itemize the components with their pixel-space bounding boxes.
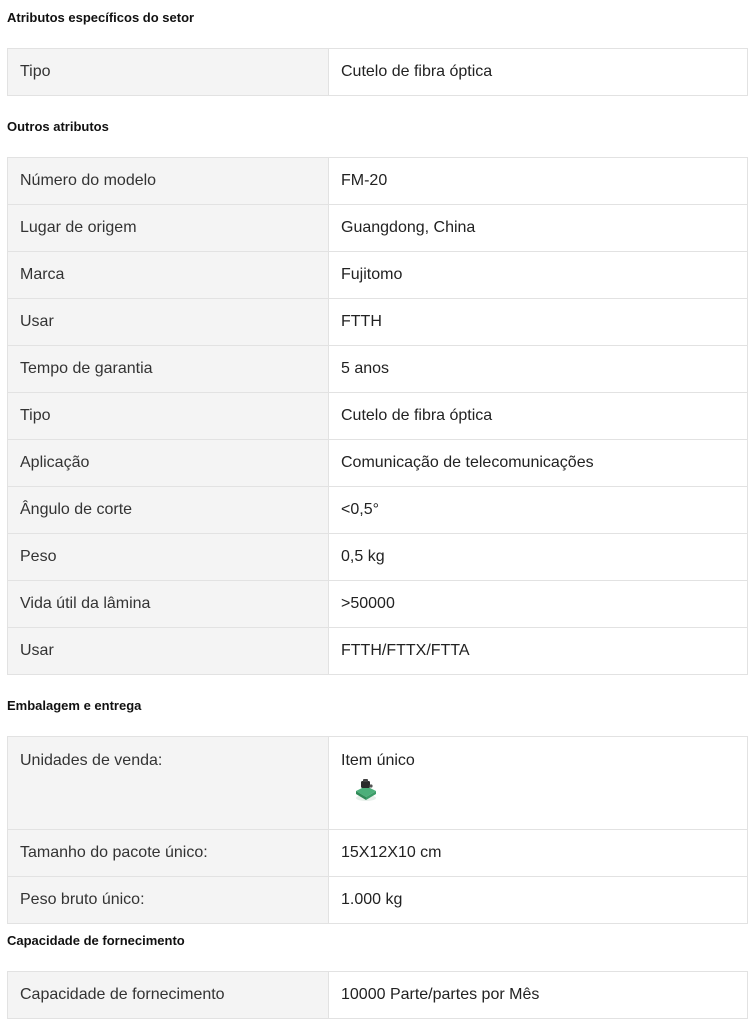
attribute-value: Cutelo de fibra óptica bbox=[328, 48, 748, 96]
table-row: Usar FTTH/FTTX/FTTA bbox=[7, 627, 748, 675]
attribute-label: Vida útil da lâmina bbox=[7, 580, 329, 628]
attribute-label: Ângulo de corte bbox=[7, 486, 329, 534]
attribute-value-cell: Item único bbox=[328, 736, 748, 830]
attribute-value: >50000 bbox=[328, 580, 748, 628]
attribute-value: FTTH/FTTX/FTTA bbox=[328, 627, 748, 675]
attribute-label: Lugar de origem bbox=[7, 204, 329, 252]
section-title-supply-capacity: Capacidade de fornecimento bbox=[7, 933, 185, 948]
attribute-label: Peso bruto único: bbox=[7, 876, 329, 924]
table-row: Aplicação Comunicação de telecomunicaçõe… bbox=[7, 439, 748, 487]
attribute-value: 10000 Parte/partes por Mês bbox=[328, 971, 748, 1019]
attribute-value: 15X12X10 cm bbox=[328, 829, 748, 877]
attribute-label: Usar bbox=[7, 627, 329, 675]
supply-capacity-table: Capacidade de fornecimento 10000 Parte/p… bbox=[7, 971, 748, 1019]
table-row: Tipo Cutelo de fibra óptica bbox=[7, 392, 748, 440]
attribute-value: Fujitomo bbox=[328, 251, 748, 299]
attribute-value: <0,5° bbox=[328, 486, 748, 534]
table-row: Unidades de venda: Item único bbox=[7, 736, 748, 830]
attribute-label: Aplicação bbox=[7, 439, 329, 487]
attribute-label: Marca bbox=[7, 251, 329, 299]
attribute-label: Usar bbox=[7, 298, 329, 346]
section-title-other-attributes: Outros atributos bbox=[7, 119, 109, 134]
attribute-value: FTTH bbox=[328, 298, 748, 346]
industry-attributes-table: Tipo Cutelo de fibra óptica bbox=[7, 48, 748, 96]
table-row: Peso bruto único: 1.000 kg bbox=[7, 876, 748, 924]
attribute-value: Item único bbox=[341, 752, 415, 769]
attribute-value: Cutelo de fibra óptica bbox=[328, 392, 748, 440]
attribute-value: FM-20 bbox=[328, 157, 748, 205]
table-row: Marca Fujitomo bbox=[7, 251, 748, 299]
table-row: Peso 0,5 kg bbox=[7, 533, 748, 581]
attribute-value: 5 anos bbox=[328, 345, 748, 393]
attribute-label: Tamanho do pacote único: bbox=[7, 829, 329, 877]
table-row: Vida útil da lâmina >50000 bbox=[7, 580, 748, 628]
attribute-value: Comunicação de telecomunicações bbox=[328, 439, 748, 487]
attribute-label: Número do modelo bbox=[7, 157, 329, 205]
table-row: Lugar de origem Guangdong, China bbox=[7, 204, 748, 252]
section-title-industry-attributes: Atributos específicos do setor bbox=[7, 10, 195, 25]
table-row: Ângulo de corte <0,5° bbox=[7, 486, 748, 534]
attribute-label: Tempo de garantia bbox=[7, 345, 329, 393]
table-row: Número do modelo FM-20 bbox=[7, 157, 748, 205]
attribute-label: Peso bbox=[7, 533, 329, 581]
attribute-value: 1.000 kg bbox=[328, 876, 748, 924]
attribute-value: 0,5 kg bbox=[328, 533, 748, 581]
attribute-label: Capacidade de fornecimento bbox=[7, 971, 329, 1019]
product-thumbnail-icon[interactable] bbox=[353, 777, 379, 803]
attribute-label: Unidades de venda: bbox=[7, 736, 329, 830]
section-title-packaging-delivery: Embalagem e entrega bbox=[7, 698, 142, 713]
table-row: Capacidade de fornecimento 10000 Parte/p… bbox=[7, 971, 748, 1019]
packaging-table: Unidades de venda: Item único Tamanho do… bbox=[7, 736, 748, 924]
attribute-label: Tipo bbox=[7, 48, 329, 96]
table-row: Usar FTTH bbox=[7, 298, 748, 346]
attribute-value: Guangdong, China bbox=[328, 204, 748, 252]
table-row: Tamanho do pacote único: 15X12X10 cm bbox=[7, 829, 748, 877]
table-row: Tipo Cutelo de fibra óptica bbox=[7, 48, 748, 96]
attribute-label: Tipo bbox=[7, 392, 329, 440]
other-attributes-table: Número do modelo FM-20 Lugar de origem G… bbox=[7, 157, 748, 675]
table-row: Tempo de garantia 5 anos bbox=[7, 345, 748, 393]
